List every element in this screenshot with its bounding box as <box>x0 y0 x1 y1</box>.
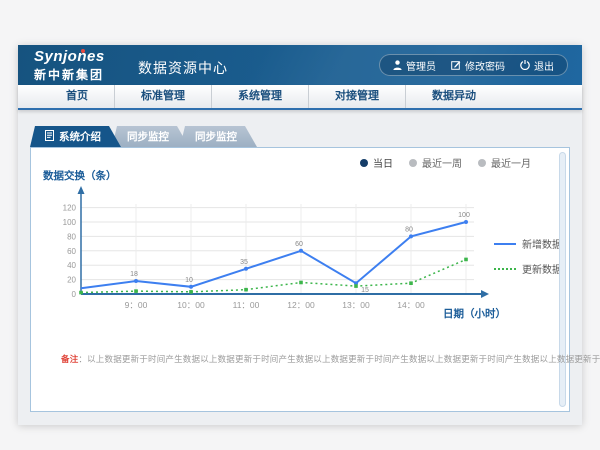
x-tick-label: 9：00 <box>125 300 148 310</box>
nav-item-data-change[interactable]: 数据异动 <box>405 85 502 108</box>
data-point-marker <box>134 289 138 293</box>
admin-user-label: 管理员 <box>406 58 436 73</box>
main-nav: 首页 标准管理 系统管理 对接管理 数据异动 <box>18 85 582 110</box>
legend-item-new-data: 新增数据 <box>494 236 562 251</box>
company-logo: Synjones 新中新集团 <box>34 48 105 83</box>
radio-dot <box>478 159 486 167</box>
chart-panel: 当日 最近一周 最近一月 数据交换（条） 0 20 40 60 80 100 120 9：00… <box>30 147 570 412</box>
data-point-marker <box>189 285 193 289</box>
document-icon <box>45 130 54 144</box>
y-tick-label: 100 <box>63 218 77 227</box>
series-line <box>81 259 466 292</box>
data-point-label: 10 <box>185 277 193 284</box>
y-tick-label: 120 <box>63 204 77 213</box>
footnote-label: 备注 <box>61 354 78 364</box>
nav-item-system-mgmt[interactable]: 系统管理 <box>211 85 308 108</box>
page-title: 数据资源中心 <box>138 58 228 78</box>
x-tick-label: 12：00 <box>287 300 315 310</box>
data-point-marker <box>244 288 248 292</box>
tab-bar: 系统介绍 同步监控 同步监控 <box>30 126 257 147</box>
data-point-label: 100 <box>458 212 470 219</box>
footnote: 备注：以上数据更新于时间产生数据以上数据更新于时间产生数据以上数据更新于时间产生… <box>61 353 600 365</box>
logout-button[interactable]: 退出 <box>520 58 554 73</box>
period-filter: 当日 最近一周 最近一月 <box>360 155 531 170</box>
data-point-marker <box>464 220 468 224</box>
x-tick-label: 10：00 <box>177 300 205 310</box>
data-point-label: 18 <box>130 271 138 278</box>
line-chart: 0 20 40 60 80 100 120 9：00 10：00 11：00 12：00 13：00 1… <box>39 182 509 332</box>
radio-label: 最近一周 <box>422 155 462 170</box>
x-tick-label: 14：00 <box>397 300 425 310</box>
tab-label: 同步监控 <box>195 129 237 144</box>
radio-dot <box>409 159 417 167</box>
logo-text-en: Synjones <box>34 48 105 65</box>
chart-canvas: 0 20 40 60 80 100 120 9：00 10：00 11：00 12：00 13：00 1… <box>39 182 509 332</box>
data-point-label: 80 <box>405 226 413 233</box>
tab-sync-monitor-2[interactable]: 同步监控 <box>180 126 257 147</box>
data-point-marker <box>299 281 303 285</box>
data-point-marker <box>464 258 468 262</box>
panel-scrollbar[interactable] <box>559 152 566 407</box>
app-window: Synjones 新中新集团 数据资源中心 管理员 修改密码 <box>18 45 582 425</box>
data-point-marker <box>299 249 303 253</box>
legend-item-updated-data: 更新数据 <box>494 261 562 276</box>
data-point-marker <box>409 234 413 238</box>
y-tick-label: 60 <box>67 247 76 256</box>
data-point-marker <box>79 291 83 295</box>
user-icon <box>393 60 402 70</box>
nav-item-home[interactable]: 首页 <box>40 85 114 108</box>
legend-swatch-dotted-line <box>494 268 516 270</box>
logo-dot <box>81 49 85 53</box>
power-icon <box>520 60 530 70</box>
radio-label: 最近一月 <box>491 155 531 170</box>
radio-dot-selected <box>360 159 368 167</box>
legend-label: 新增数据 <box>522 236 562 251</box>
tab-sync-monitor-1[interactable]: 同步监控 <box>112 126 189 147</box>
change-password-button[interactable]: 修改密码 <box>451 58 505 73</box>
legend-label: 更新数据 <box>522 261 562 276</box>
radio-label: 当日 <box>373 155 393 170</box>
tab-label: 同步监控 <box>127 129 169 144</box>
y-axis-title: 数据交换（条） <box>43 168 117 183</box>
content-area: 系统介绍 同步监控 同步监控 当日 最近一周 <box>18 112 582 425</box>
data-point-label: 60 <box>295 241 303 248</box>
tab-label: 系统介绍 <box>59 129 101 144</box>
x-tick-label: 13：00 <box>342 300 370 310</box>
y-tick-label: 20 <box>67 276 76 285</box>
radio-last-month[interactable]: 最近一月 <box>478 155 531 170</box>
data-point-marker <box>409 281 413 285</box>
radio-today[interactable]: 当日 <box>360 155 393 170</box>
y-axis-arrow <box>78 186 85 194</box>
x-axis-title: 日期（小时） <box>443 306 506 321</box>
data-point-label: 15 <box>361 287 369 294</box>
edit-icon <box>451 60 461 70</box>
admin-user-button[interactable]: 管理员 <box>393 58 436 73</box>
y-tick-label: 80 <box>67 232 76 241</box>
y-tick-label: 40 <box>67 261 76 270</box>
change-password-label: 修改密码 <box>465 58 505 73</box>
footnote-text: ：以上数据更新于时间产生数据以上数据更新于时间产生数据以上数据更新于时间产生数据… <box>78 354 600 364</box>
data-point-marker <box>244 267 248 271</box>
data-point-label: 35 <box>240 259 248 266</box>
data-point-marker <box>134 279 138 283</box>
x-tick-label: 11：00 <box>233 300 260 310</box>
data-point-marker <box>189 290 193 294</box>
nav-item-standard-mgmt[interactable]: 标准管理 <box>114 85 211 108</box>
x-axis-arrow <box>481 290 489 298</box>
legend-swatch-solid-line <box>494 243 516 245</box>
tab-system-intro[interactable]: 系统介绍 <box>30 126 121 147</box>
chart-legend: 新增数据 更新数据 <box>494 236 562 286</box>
nav-item-interface-mgmt[interactable]: 对接管理 <box>308 85 405 108</box>
app-header: Synjones 新中新集团 数据资源中心 管理员 修改密码 <box>18 45 582 85</box>
logout-label: 退出 <box>534 58 554 73</box>
radio-last-week[interactable]: 最近一周 <box>409 155 462 170</box>
data-point-marker <box>354 284 358 288</box>
logo-text-cn: 新中新集团 <box>34 66 105 83</box>
user-menu: 管理员 修改密码 退出 <box>379 54 568 76</box>
y-tick-label: 0 <box>72 290 77 299</box>
